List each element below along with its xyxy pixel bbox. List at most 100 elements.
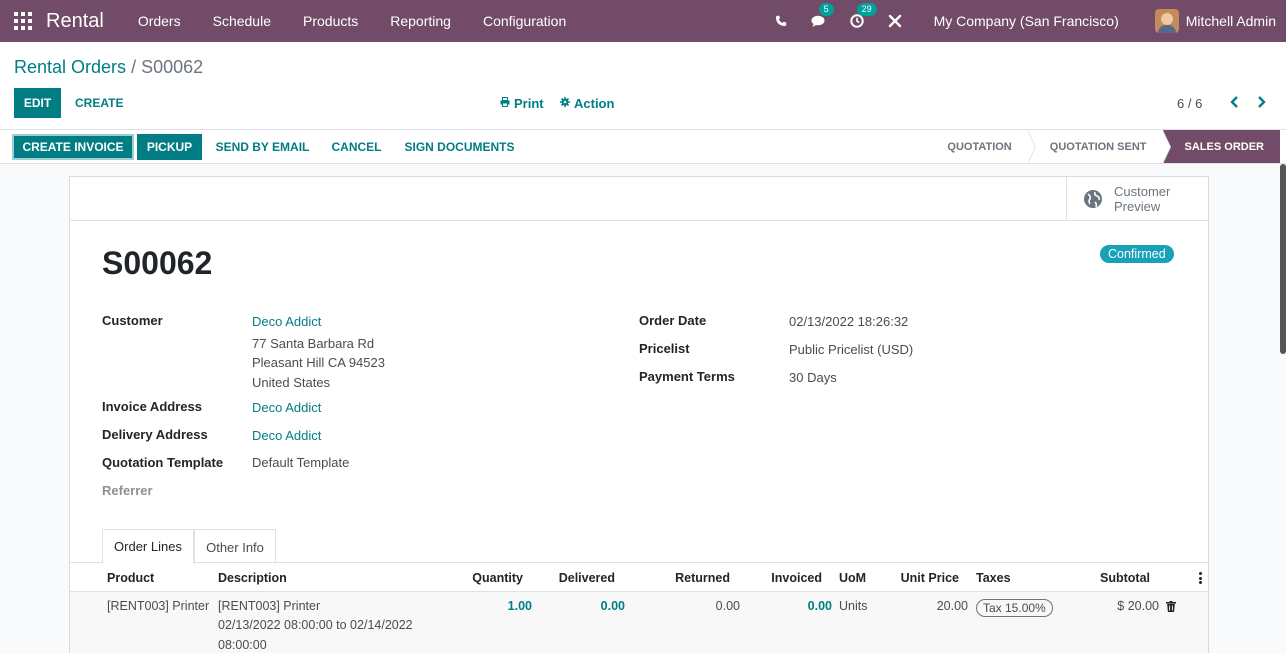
row-unit-price[interactable]: 20.00 <box>888 599 968 613</box>
menu-schedule[interactable]: Schedule <box>197 13 287 29</box>
customer-label: Customer <box>102 313 163 328</box>
col-delivered[interactable]: Delivered <box>540 571 615 585</box>
company-switcher[interactable]: My Company (San Francisco) <box>934 13 1119 29</box>
edit-button[interactable]: EDIT <box>14 88 61 118</box>
invoice-address-label: Invoice Address <box>102 399 202 414</box>
control-panel: Rental Orders / S00062 EDIT CREATE Print… <box>0 42 1286 130</box>
print-icon <box>500 96 510 110</box>
kebab-icon[interactable] <box>1199 572 1203 584</box>
stage-quotation-sent[interactable]: QUOTATION SENT <box>1028 130 1171 164</box>
row-description-1[interactable]: [RENT003] Printer <box>218 599 320 613</box>
create-invoice-button[interactable]: CREATE INVOICE <box>12 134 134 160</box>
row-description-3[interactable]: 08:00:00 <box>218 638 267 652</box>
payment-terms-field[interactable]: 30 Days <box>789 370 837 385</box>
smart-button-box: Customer Preview <box>70 177 1208 221</box>
create-button[interactable]: CREATE <box>75 88 123 118</box>
invoice-address-field[interactable]: Deco Addict <box>252 400 321 415</box>
customer-preview-line1: Customer <box>1114 183 1171 199</box>
print-button[interactable]: Print <box>500 88 544 118</box>
row-returned[interactable]: 0.00 <box>665 599 740 613</box>
table-row[interactable]: [RENT003] Printer [RENT003] Printer 02/1… <box>70 592 1208 653</box>
notebook-tabs: Order Lines Other Info <box>70 527 1208 564</box>
send-by-email-button[interactable]: SEND BY EMAIL <box>209 134 316 160</box>
pricelist-field[interactable]: Public Pricelist (USD) <box>789 342 913 357</box>
breadcrumb-parent[interactable]: Rental Orders <box>14 57 126 77</box>
breadcrumb: Rental Orders / S00062 <box>14 57 203 78</box>
col-description[interactable]: Description <box>218 571 287 585</box>
menu-reporting[interactable]: Reporting <box>374 13 467 29</box>
tab-other-info[interactable]: Other Info <box>194 529 276 564</box>
order-lines-header: Product Description Quantity Delivered R… <box>70 564 1208 592</box>
customer-preview-button[interactable]: Customer Preview <box>1066 177 1208 220</box>
menu-products[interactable]: Products <box>287 13 374 29</box>
status-bar: CREATE INVOICE PICKUP SEND BY EMAIL CANC… <box>0 130 1286 164</box>
stage-sales-order[interactable]: SALES ORDER <box>1162 130 1280 163</box>
customer-field[interactable]: Deco Addict <box>252 314 321 329</box>
order-date-field[interactable]: 02/13/2022 18:26:32 <box>789 314 908 329</box>
page-title: S00062 <box>102 245 213 281</box>
globe-icon <box>1083 189 1103 209</box>
form-sheet: Customer Preview S00062 Confirmed Custom… <box>69 176 1209 653</box>
phone-icon[interactable] <box>771 11 791 31</box>
user-menu[interactable]: Mitchell Admin <box>1186 13 1276 29</box>
row-delivered[interactable]: 0.00 <box>550 599 625 613</box>
cancel-button[interactable]: CANCEL <box>326 134 387 160</box>
delivery-address-label: Delivery Address <box>102 427 208 442</box>
tools-icon[interactable] <box>885 11 905 31</box>
col-unit-price[interactable]: Unit Price <box>880 571 959 585</box>
tab-order-lines[interactable]: Order Lines <box>102 529 194 564</box>
chevron-left-icon[interactable] <box>1226 92 1242 112</box>
col-uom[interactable]: UoM <box>839 571 866 585</box>
pager-value[interactable]: 6 / 6 <box>1177 96 1202 111</box>
breadcrumb-current: S00062 <box>141 57 204 77</box>
delivery-address-field[interactable]: Deco Addict <box>252 428 321 443</box>
status-stages: QUOTATION QUOTATION SENT SALES ORDER <box>933 130 1280 164</box>
trash-icon[interactable] <box>1166 600 1176 612</box>
top-navbar: Rental Orders Schedule Products Reportin… <box>0 0 1286 42</box>
messages-badge: 5 <box>818 3 834 16</box>
order-date-label: Order Date <box>639 313 707 328</box>
col-invoiced[interactable]: Invoiced <box>750 571 822 585</box>
address-line-3: United States <box>252 375 331 390</box>
apps-grid-icon[interactable] <box>14 12 32 30</box>
quotation-template-label: Quotation Template <box>102 455 224 470</box>
col-quantity[interactable]: Quantity <box>462 571 523 585</box>
pricelist-label: Pricelist <box>639 341 690 356</box>
row-uom[interactable]: Units <box>839 599 867 613</box>
pickup-button[interactable]: PICKUP <box>137 134 202 160</box>
referrer-label: Referrer <box>102 483 153 498</box>
app-brand[interactable]: Rental <box>46 10 104 33</box>
col-product[interactable]: Product <box>107 571 154 585</box>
row-subtotal[interactable]: $ 20.00 <box>1080 599 1159 613</box>
payment-terms-label: Payment Terms <box>639 369 735 384</box>
row-quantity[interactable]: 1.00 <box>462 599 532 613</box>
address-line-1: 77 Santa Barbara Rd <box>252 336 375 351</box>
sign-documents-button[interactable]: SIGN DOCUMENTS <box>397 134 522 160</box>
page-scrollbar[interactable] <box>1280 164 1286 354</box>
menu-configuration[interactable]: Configuration <box>467 13 582 29</box>
menu-orders[interactable]: Orders <box>122 13 197 29</box>
row-description-2[interactable]: 02/13/2022 08:00:00 to 02/14/2022 <box>218 618 413 632</box>
gear-icon <box>560 96 570 110</box>
chevron-right-icon[interactable] <box>1253 92 1269 112</box>
stage-quotation[interactable]: QUOTATION <box>933 130 1037 164</box>
row-tax-tag[interactable]: Tax 15.00% <box>976 599 1053 617</box>
customer-preview-line2: Preview <box>1114 198 1161 214</box>
action-button[interactable]: Action <box>560 88 614 118</box>
print-label: Print <box>514 95 544 111</box>
chat-icon[interactable]: 5 <box>809 3 834 31</box>
col-subtotal[interactable]: Subtotal <box>1070 571 1150 585</box>
row-product[interactable]: [RENT003] Printer <box>107 599 209 613</box>
col-taxes[interactable]: Taxes <box>976 571 1011 585</box>
row-invoiced[interactable]: 0.00 <box>757 599 832 613</box>
avatar[interactable] <box>1154 9 1179 33</box>
status-badge: Confirmed <box>1100 245 1174 263</box>
clock-icon[interactable]: 29 <box>847 3 877 31</box>
action-label: Action <box>574 95 615 111</box>
activities-badge: 29 <box>856 3 877 16</box>
breadcrumb-separator: / <box>131 57 137 77</box>
customer-preview-label: Customer Preview <box>1114 184 1170 214</box>
quotation-template-field[interactable]: Default Template <box>252 455 349 470</box>
col-returned[interactable]: Returned <box>655 571 730 585</box>
address-line-2: Pleasant Hill CA 94523 <box>252 355 385 370</box>
